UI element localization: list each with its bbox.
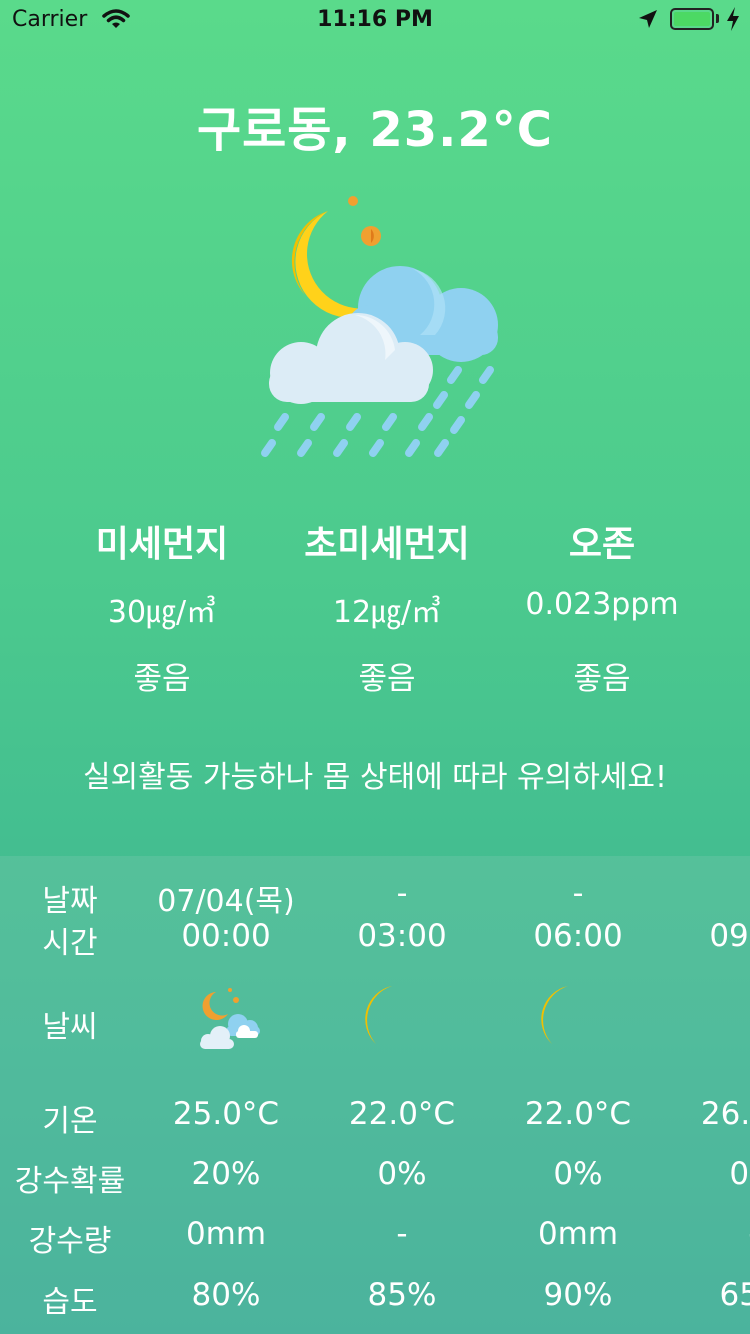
forecast-time: 03:00 (357, 918, 447, 954)
forecast-precip-amount: - (654, 1216, 750, 1252)
location-arrow-icon (638, 9, 658, 35)
forecast-temperature: 26.0°C (700, 1096, 750, 1132)
air-quality-ozone: 오존 0.023ppm 좋음 (472, 515, 732, 698)
forecast-precip-amount: 0mm (185, 1216, 267, 1252)
forecast-precip-prob: 0% (377, 1156, 427, 1192)
forecast-humidity: 80% (191, 1277, 261, 1313)
label-temperature: 기온 (42, 1104, 98, 1139)
label-precip-prob: 강수확률 (14, 1164, 126, 1199)
label-date: 날짜 (42, 884, 98, 919)
label-time: 시간 (42, 926, 98, 961)
forecast-date: - (654, 876, 750, 911)
forecast-temperature: 22.0°C (524, 1096, 632, 1132)
forecast-precip-prob: 20% (191, 1156, 261, 1192)
forecast-humidity: 85% (367, 1277, 437, 1313)
activity-advice: 실외활동 가능하나 몸 상태에 따라 유의하세요! (82, 760, 668, 795)
forecast-precip-prob: 0% (729, 1156, 750, 1192)
forecast-temperature: 25.0°C (172, 1096, 280, 1132)
night-partly-cloudy-icon (126, 984, 326, 1059)
battery-cap (716, 14, 719, 23)
forecast-precip-amount: - (396, 1216, 408, 1252)
forecast-humidity: 65% (719, 1277, 750, 1313)
hourly-forecast-scroll[interactable]: 날짜 시간 날씨 기온 강수확률 강수량 습도 07/04(목) 00:00 2… (0, 856, 750, 1334)
forecast-time: 09:00 (709, 918, 750, 954)
sun-icon (654, 984, 750, 1059)
forecast-time: 06:00 (533, 918, 623, 954)
charging-bolt-icon (726, 7, 740, 36)
crescent-moon-icon (302, 984, 502, 1059)
air-quality-pm10: 미세먼지 30㎍/㎥ 좋음 (32, 515, 292, 698)
status-bar: Carrier 11:16 PM (0, 0, 750, 40)
label-precip-amount: 강수량 (28, 1224, 112, 1259)
forecast-date: 07/04(목) (157, 884, 295, 919)
aq-grade: 좋음 (573, 661, 631, 697)
location-temperature-title: 구로동, 23.2°C (196, 102, 554, 158)
label-humidity: 습도 (42, 1285, 98, 1320)
label-weather: 날씨 (42, 1010, 98, 1045)
forecast-date: - (396, 876, 408, 911)
aq-name: 오존 (568, 524, 636, 565)
night-cloud-rain-icon (245, 185, 505, 469)
forecast-date: - (572, 876, 584, 911)
aq-value: 0.023ppm (525, 587, 679, 622)
aq-grade: 좋음 (133, 661, 191, 697)
forecast-humidity: 90% (543, 1277, 613, 1313)
aq-value: 30㎍/㎥ (107, 595, 217, 630)
forecast-temperature: 22.0°C (348, 1096, 456, 1132)
crescent-moon-icon (478, 984, 678, 1059)
aq-name: 미세먼지 (95, 524, 229, 565)
forecast-time: 00:00 (181, 918, 271, 954)
forecast-precip-prob: 0% (553, 1156, 603, 1192)
battery-icon (670, 8, 714, 30)
forecast-precip-amount: 0mm (537, 1216, 619, 1252)
battery-level (674, 12, 710, 26)
